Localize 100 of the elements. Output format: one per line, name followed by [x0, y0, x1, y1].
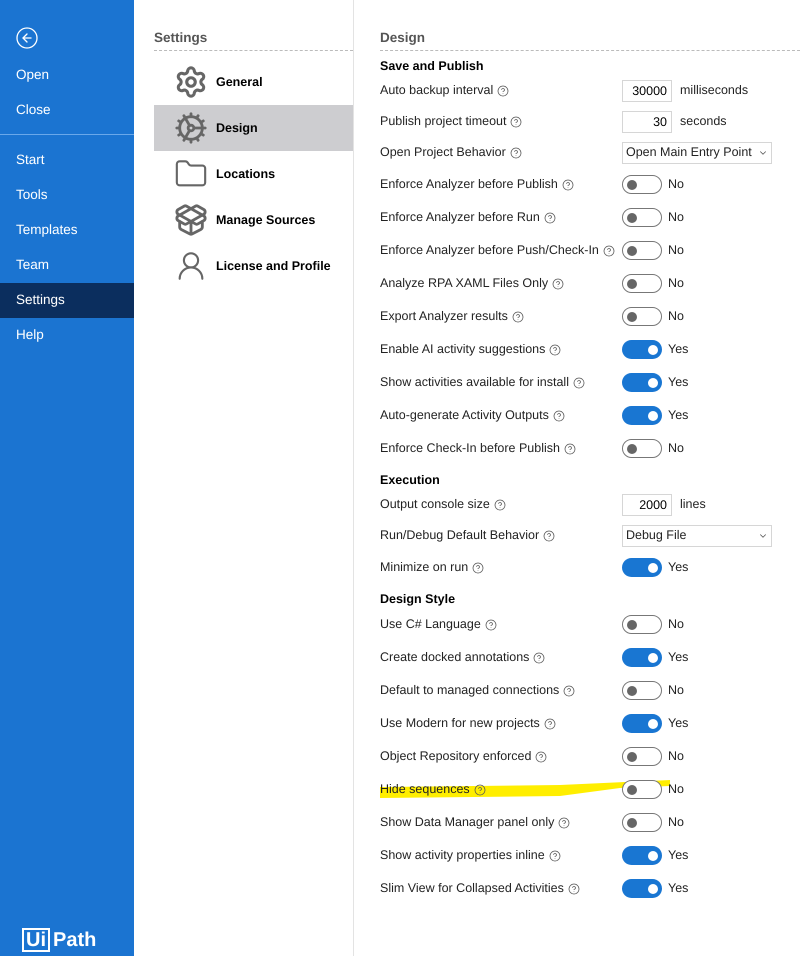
toggle-state-label: No [668, 616, 684, 634]
toggle-switch[interactable] [622, 747, 662, 766]
sidebar-item[interactable]: Tools [0, 178, 134, 213]
toggle-switch[interactable] [622, 373, 662, 392]
toggle-state-label: No [668, 308, 684, 326]
toggle-state-label: Yes [668, 407, 688, 424]
toggle-state-label: Yes [668, 374, 688, 392]
dropdown[interactable]: Open Main Entry Point [622, 142, 772, 164]
toggle-switch[interactable] [622, 439, 662, 458]
toggle-switch[interactable] [622, 813, 662, 832]
toggle-state-label: No [668, 242, 684, 260]
sidebar-item[interactable]: Settings [0, 283, 134, 318]
toggle-switch[interactable] [622, 175, 662, 194]
toggle-switch[interactable] [622, 274, 662, 294]
toggle-state-label: Yes [668, 649, 688, 666]
help-icon[interactable] [572, 376, 585, 389]
sidebar-item[interactable]: Team [0, 248, 134, 283]
help-icon[interactable] [568, 882, 580, 895]
toggle-switch[interactable] [622, 340, 662, 360]
toggle-switch[interactable] [622, 681, 662, 700]
help-icon[interactable] [535, 750, 548, 763]
setting-label: Auto-generate Activity Outputs [380, 407, 549, 424]
setting-label: Analyze RPA XAML Files Only [380, 275, 548, 292]
number-field[interactable]: 2000 [622, 494, 672, 516]
setting-label: Publish project timeout [380, 113, 506, 130]
sidebar-item[interactable]: Help [0, 318, 134, 353]
category-item[interactable]: Locations [154, 151, 353, 198]
help-icon[interactable] [474, 784, 486, 796]
sidebar-item[interactable]: Open [0, 58, 134, 93]
help-icon[interactable] [552, 410, 565, 422]
toggle-switch[interactable] [622, 406, 662, 426]
help-icon[interactable] [484, 618, 497, 631]
toggle-state-label: No [668, 176, 684, 194]
panel-title: Design [380, 28, 800, 52]
setting-label: Minimize on run [380, 559, 468, 576]
toggle-state-label: Yes [668, 847, 688, 864]
help-icon[interactable] [602, 244, 615, 257]
setting-label: Use Modern for new projects [380, 715, 540, 732]
toggle-state-label: No [668, 440, 684, 458]
toggle-switch[interactable] [622, 780, 662, 800]
unit-label: lines [680, 496, 706, 514]
setting-label: Slim View for Collapsed Activities [380, 880, 564, 898]
toggle-switch[interactable] [622, 714, 662, 734]
setting-label: Default to managed connections [380, 682, 560, 700]
category-item[interactable]: General [154, 59, 353, 106]
help-icon[interactable] [562, 178, 574, 191]
toggle-state-label: No [668, 814, 684, 832]
category-item[interactable]: Manage Sources [154, 197, 353, 244]
toggle-state-label: No [668, 209, 684, 226]
help-icon[interactable] [512, 310, 524, 323]
toggle-switch[interactable] [622, 241, 662, 260]
category-item[interactable]: Design [154, 105, 353, 152]
back-icon[interactable] [15, 26, 39, 50]
toggle-switch[interactable] [622, 307, 662, 326]
dropdown[interactable]: Debug File [622, 524, 772, 547]
help-icon[interactable] [494, 498, 506, 511]
setting-label: Enforce Analyzer before Push/Check-In [380, 242, 599, 260]
help-icon[interactable] [543, 530, 556, 542]
help-icon[interactable] [548, 850, 561, 862]
setting-label: Enforce Analyzer before Publish [380, 176, 558, 194]
number-field[interactable]: 30000 [622, 80, 672, 102]
toggle-switch[interactable] [622, 558, 662, 578]
toggle-switch[interactable] [622, 846, 662, 866]
toggle-state-label: Yes [668, 715, 688, 732]
help-icon[interactable] [563, 684, 576, 697]
help-icon[interactable] [552, 278, 564, 290]
category-item[interactable]: License and Profile [154, 243, 353, 290]
setting-label: Create docked annotations [380, 649, 530, 666]
toggle-switch[interactable] [622, 615, 662, 634]
toggle-state-label: No [668, 275, 684, 292]
number-field[interactable]: 30 [622, 110, 672, 133]
sidebar-item[interactable]: Close [0, 93, 134, 128]
help-icon[interactable] [544, 212, 556, 224]
sidebar-item[interactable]: Templates [0, 213, 134, 248]
toggle-state-label: Yes [668, 341, 688, 358]
setting-label: Run/Debug Default Behavior [380, 527, 540, 544]
sidebar-item[interactable]: Start [0, 143, 134, 178]
setting-label: Object Repository enforced [380, 748, 532, 766]
help-icon[interactable] [472, 562, 484, 574]
help-icon[interactable] [510, 116, 522, 128]
toggle-state-label: No [668, 748, 684, 766]
section-heading: Design Style [380, 590, 456, 608]
help-icon[interactable] [544, 718, 556, 730]
setting-label: Auto backup interval [380, 82, 494, 100]
setting-label: Output console size [380, 496, 490, 514]
setting-label: Enforce Check-In before Publish [380, 440, 560, 458]
help-icon[interactable] [497, 84, 510, 97]
unit-label: seconds [680, 113, 727, 130]
help-icon[interactable] [564, 442, 576, 455]
toggle-switch[interactable] [622, 879, 662, 898]
toggle-switch[interactable] [622, 208, 662, 228]
help-icon[interactable] [533, 652, 546, 664]
help-icon[interactable] [549, 344, 562, 356]
gear-icon [174, 65, 208, 100]
setting-label: Use C# Language [380, 616, 481, 634]
toggle-switch[interactable] [622, 648, 662, 668]
help-icon[interactable] [558, 816, 570, 829]
logo: Ui Path [0, 928, 134, 956]
toggle-state-label: Yes [668, 880, 688, 898]
help-icon[interactable] [510, 146, 522, 159]
